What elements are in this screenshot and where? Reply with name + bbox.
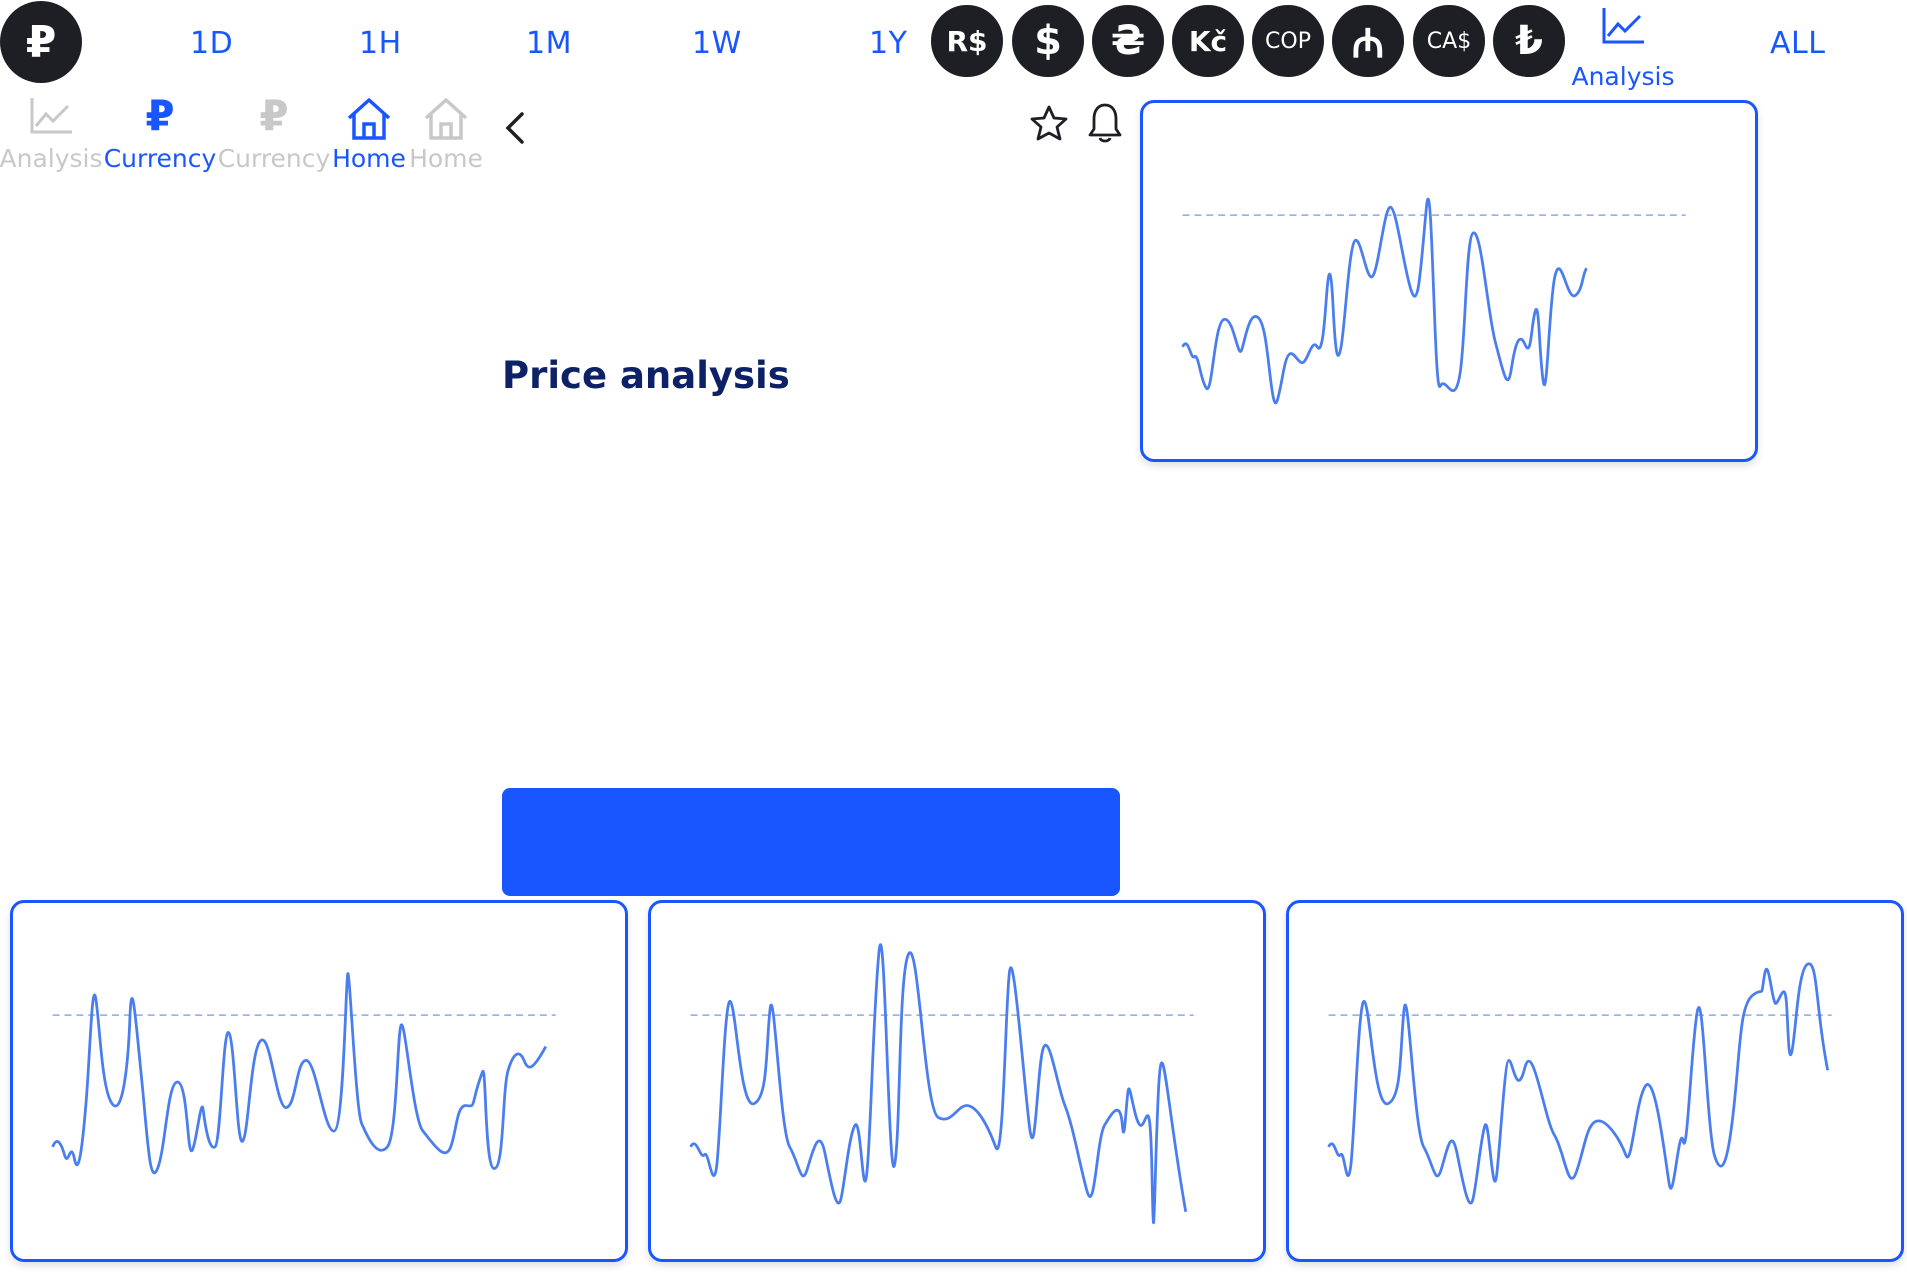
currency-chip-brl[interactable]: R$ bbox=[928, 2, 1006, 80]
tab-home-label: Home bbox=[332, 144, 406, 173]
sparkline-chart bbox=[1327, 962, 1832, 1205]
tab-analysis[interactable]: Analysis bbox=[0, 96, 103, 173]
chip-label: ₴ bbox=[1110, 18, 1146, 64]
tab-analysis-label: Analysis bbox=[0, 144, 103, 173]
chart-line-icon bbox=[1602, 8, 1644, 44]
chip-label: COP bbox=[1265, 28, 1311, 54]
chart-line-icon bbox=[30, 98, 72, 134]
sparkline-path bbox=[689, 943, 1188, 1224]
tab-currency-label: Currency bbox=[103, 144, 217, 173]
sparkline-path bbox=[51, 972, 547, 1175]
ruble-icon: ₽ bbox=[259, 91, 289, 140]
bell-icon[interactable] bbox=[1086, 101, 1124, 145]
tab-currency-active[interactable]: ₽ Currency bbox=[103, 91, 217, 174]
currency-chip-czk[interactable]: Kč bbox=[1169, 2, 1247, 80]
chip-label: CA$ bbox=[1426, 28, 1472, 54]
currency-chip-cop[interactable]: COP bbox=[1249, 2, 1327, 80]
chart-card-1[interactable] bbox=[10, 900, 628, 1262]
period-all[interactable]: ALL bbox=[1770, 26, 1825, 61]
ruble-logo[interactable]: ₽ bbox=[0, 1, 82, 83]
ruble-icon: ₽ bbox=[25, 16, 57, 68]
header-analysis-tab[interactable]: Analysis bbox=[1568, 6, 1678, 91]
header-analysis-label: Analysis bbox=[1571, 62, 1675, 91]
currency-chip-usd[interactable]: $ bbox=[1009, 2, 1087, 80]
tab-home[interactable]: Home bbox=[408, 96, 484, 173]
period-1d[interactable]: 1D bbox=[190, 26, 233, 61]
page-title: Price analysis bbox=[502, 354, 790, 397]
chip-label: R$ bbox=[946, 24, 988, 58]
currency-chip-uah[interactable]: ₴ bbox=[1089, 2, 1167, 80]
chart-card-3[interactable] bbox=[1286, 900, 1904, 1262]
currency-chip-try[interactable]: ₺ bbox=[1490, 2, 1568, 80]
primary-action-button[interactable] bbox=[502, 788, 1120, 896]
period-1h[interactable]: 1H bbox=[359, 26, 402, 61]
tab-currency[interactable]: ₽ Currency bbox=[217, 91, 331, 174]
period-1y[interactable]: 1Y bbox=[869, 26, 907, 61]
chip-label: $ bbox=[1034, 18, 1062, 64]
chip-label: ₺ bbox=[1515, 18, 1543, 64]
currency-chip-azn[interactable]: ₼ bbox=[1329, 2, 1407, 80]
ruble-icon: ₽ bbox=[145, 91, 175, 140]
sparkline-chart bbox=[51, 972, 556, 1175]
period-1m[interactable]: 1M bbox=[526, 26, 572, 61]
chart-card-top[interactable] bbox=[1140, 100, 1758, 462]
home-icon bbox=[347, 98, 391, 140]
sparkline-chart bbox=[1181, 197, 1686, 405]
chart-card-2[interactable] bbox=[648, 900, 1266, 1262]
currency-chip-cad[interactable]: CA$ bbox=[1410, 2, 1488, 80]
chip-label: ₼ bbox=[1351, 20, 1385, 67]
chip-label: Kč bbox=[1188, 24, 1228, 58]
star-icon[interactable] bbox=[1029, 104, 1069, 142]
back-chevron-icon[interactable] bbox=[500, 110, 530, 146]
sparkline-chart bbox=[689, 943, 1194, 1224]
tab-home-active[interactable]: Home bbox=[332, 96, 406, 173]
sparkline-path bbox=[1181, 197, 1588, 405]
period-1w[interactable]: 1W bbox=[692, 26, 742, 61]
tab-currency-label: Currency bbox=[217, 144, 331, 173]
sparkline-path bbox=[1327, 962, 1830, 1205]
home-icon bbox=[424, 98, 468, 140]
tab-home-label: Home bbox=[409, 144, 483, 173]
